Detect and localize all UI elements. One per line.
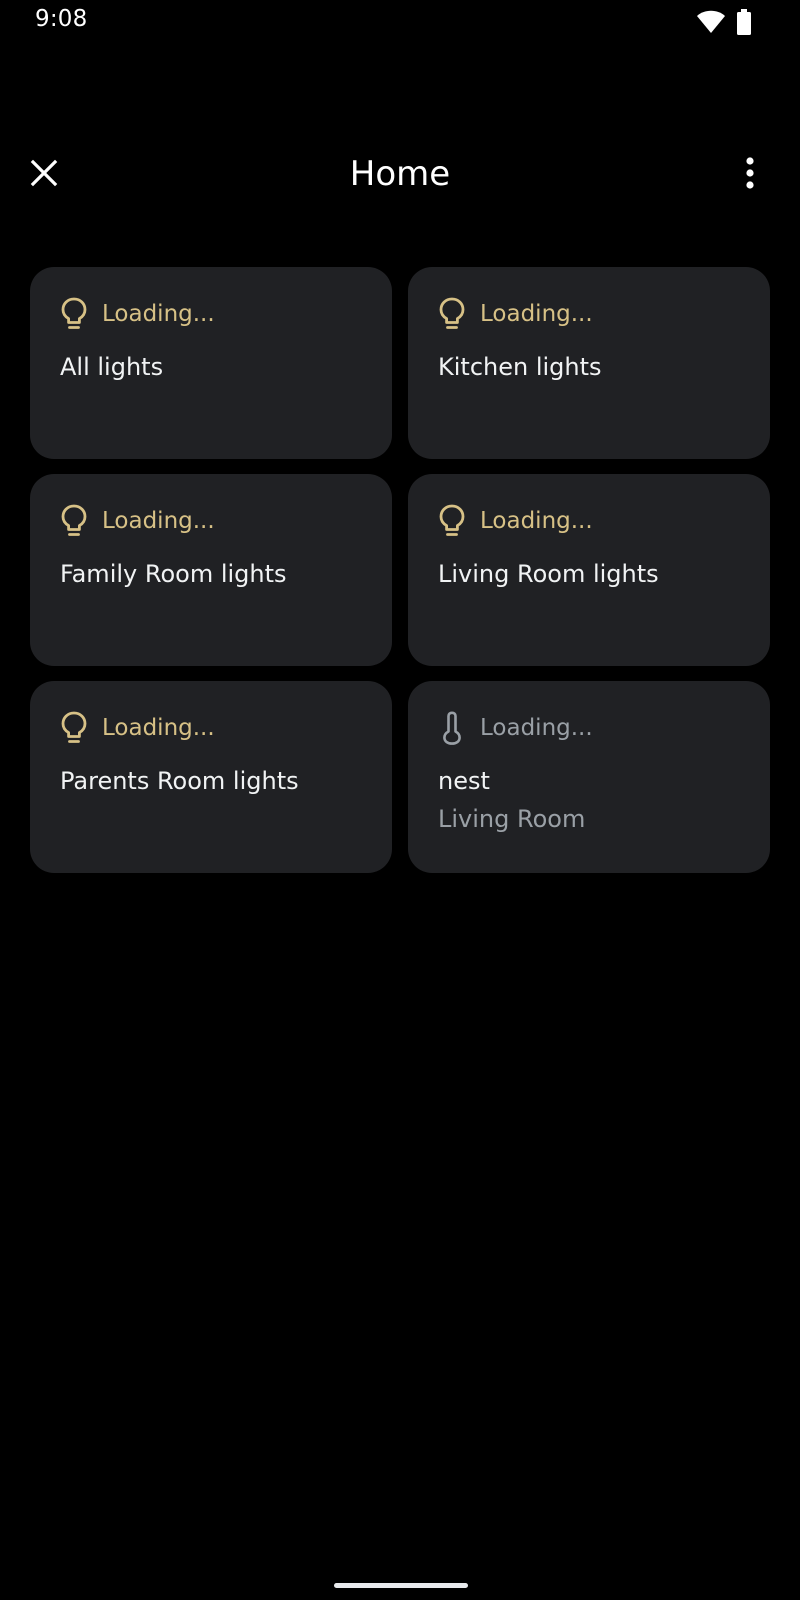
lightbulb-icon [60,711,88,745]
tile-status: Loading... [438,297,593,331]
tile-status-text: Loading... [480,301,593,327]
battery-icon [736,9,752,39]
header: Home [0,140,800,214]
status-bar: 9:08 [0,0,800,44]
tile-status: Loading... [60,504,215,538]
tile-status-text: Loading... [102,715,215,741]
lightbulb-icon [60,504,88,538]
screen: 9:08 Home Loading... All lights Loading.… [0,0,800,1600]
tile-status-text: Loading... [480,715,593,741]
status-time: 9:08 [35,6,88,32]
tile-status: Loading... [60,711,215,745]
tile-status-text: Loading... [102,508,215,534]
tile-name: Living Room lights [438,560,659,588]
tile-name: nest [438,767,490,795]
page-title: Home [349,154,451,194]
more-vertical-icon [745,157,755,193]
status-icons [696,9,752,39]
tile-name: Parents Room lights [60,767,299,795]
tile-name: All lights [60,353,164,381]
more-options-button[interactable] [722,147,778,203]
tile-name: Family Room lights [60,560,287,588]
tile-all-lights[interactable]: Loading... All lights [30,267,392,459]
gesture-nav-handle[interactable] [334,1583,468,1588]
tile-status-text: Loading... [102,301,215,327]
wifi-icon [696,10,726,38]
tile-name: Kitchen lights [438,353,602,381]
tile-room-label: Living Room [438,805,586,833]
tile-status: Loading... [60,297,215,331]
tile-parents-room-lights[interactable]: Loading... Parents Room lights [30,681,392,873]
tile-status: Loading... [438,711,593,745]
tile-nest-thermostat[interactable]: Loading... nest Living Room [408,681,770,873]
tile-kitchen-lights[interactable]: Loading... Kitchen lights [408,267,770,459]
tile-family-room-lights[interactable]: Loading... Family Room lights [30,474,392,666]
thermometer-icon [438,711,466,745]
lightbulb-icon [438,504,466,538]
tile-status: Loading... [438,504,593,538]
device-grid: Loading... All lights Loading... Kitchen… [30,267,770,873]
lightbulb-icon [438,297,466,331]
tile-living-room-lights[interactable]: Loading... Living Room lights [408,474,770,666]
lightbulb-icon [60,297,88,331]
tile-status-text: Loading... [480,508,593,534]
